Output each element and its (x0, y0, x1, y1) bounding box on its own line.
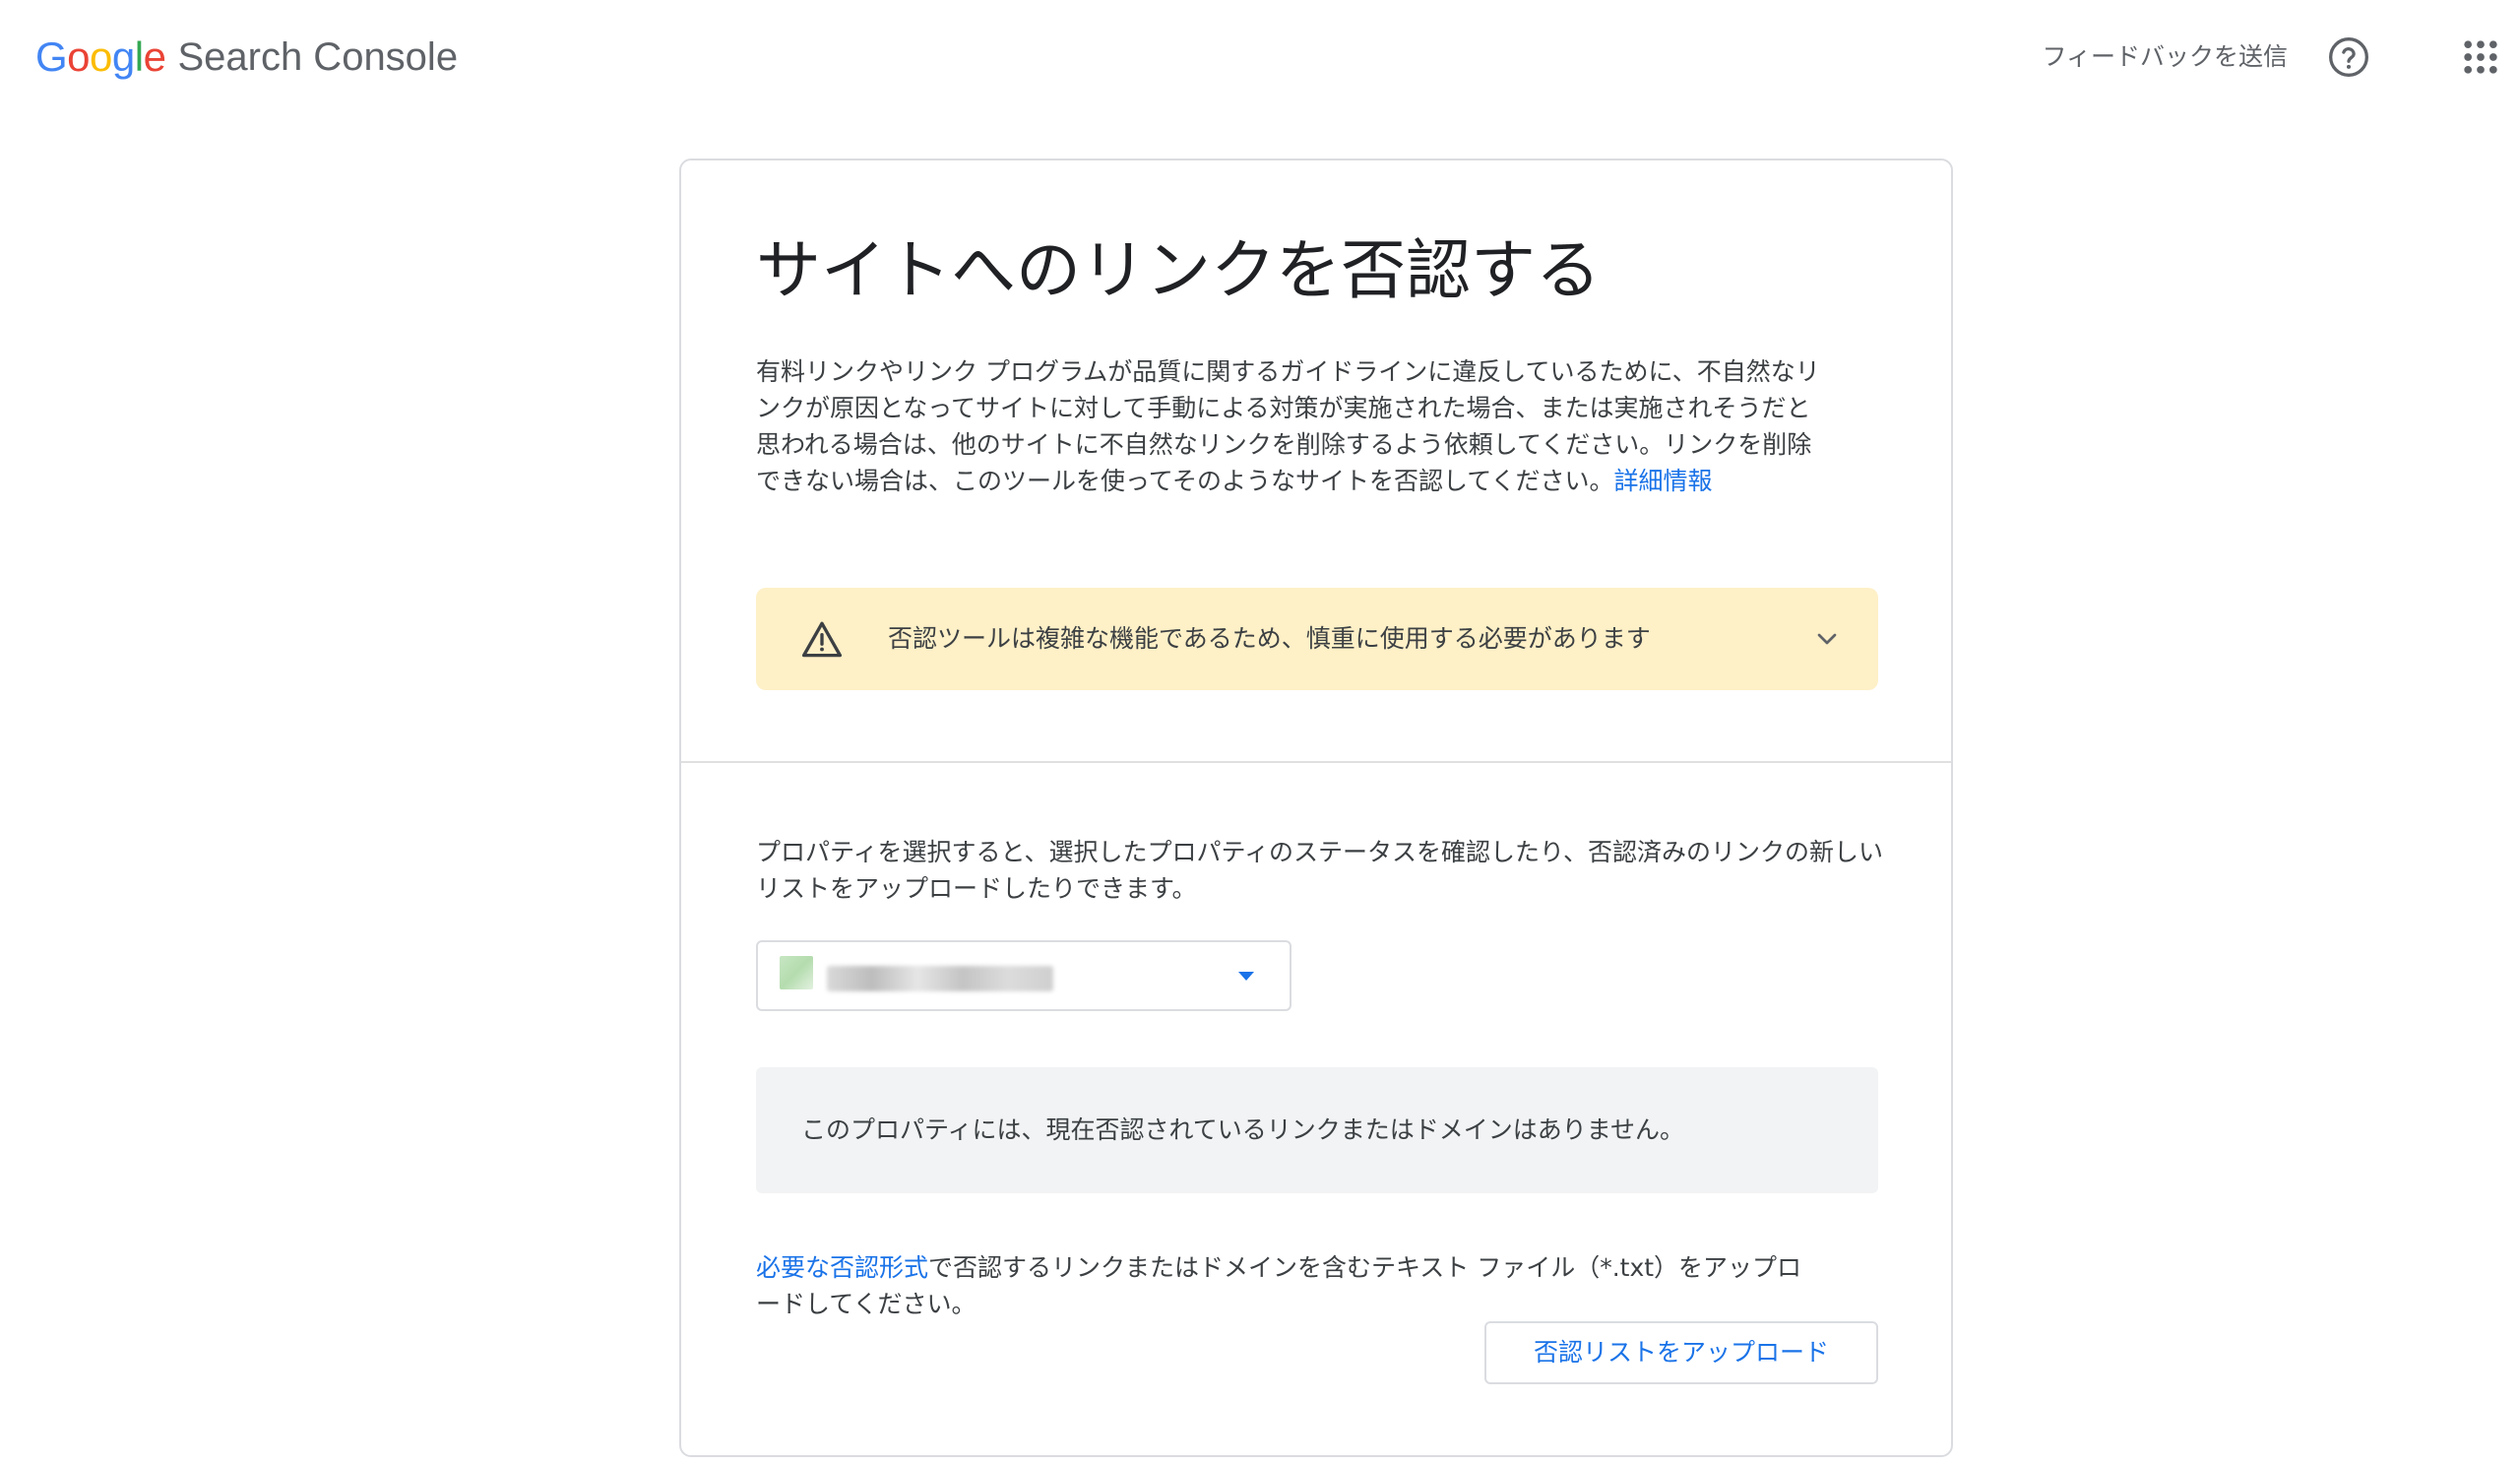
warning-triangle-icon (801, 621, 843, 658)
warning-text: 否認ツールは複雑な機能であるため、慎重に使用する必要があります (888, 624, 1651, 653)
upload-description: 必要な否認形式で否認するリンクまたはドメインを含むテキスト ファイル（*.txt… (756, 1249, 1809, 1322)
page-title: サイトへのリンクを否認する (756, 232, 1601, 308)
learn-more-link[interactable]: 詳細情報 (1614, 467, 1713, 495)
site-favicon (780, 956, 813, 989)
no-disavowed-notice: このプロパティには、現在否認されているリンクまたはドメインはありません。 (756, 1067, 1878, 1193)
section-divider (681, 761, 1951, 763)
product-name: Search Console (177, 34, 459, 79)
disavow-format-link[interactable]: 必要な否認形式 (756, 1253, 928, 1282)
property-description: プロパティを選択すると、選択したプロパティのステータスを確認したり、否認済みのリ… (756, 838, 1884, 903)
upload-disavow-list-button[interactable]: 否認リストをアップロード (1484, 1321, 1878, 1384)
chevron-down-icon[interactable] (1811, 623, 1843, 655)
apps-grid-icon[interactable] (2459, 35, 2502, 79)
top-app-bar: Google Search Console フィードバックを送信 (0, 0, 2520, 114)
disavow-card: サイトへのリンクを否認する 有料リンクやリンク プログラムが品質に関するガイドラ… (679, 159, 1953, 1457)
notice-text: このプロパティには、現在否認されているリンクまたはドメインはありません。 (801, 1115, 1685, 1144)
help-circle-icon[interactable] (2327, 35, 2370, 79)
warning-banner[interactable]: 否認ツールは複雑な機能であるため、慎重に使用する必要があります (756, 588, 1878, 690)
property-selector[interactable] (756, 940, 1292, 1011)
property-name-redacted (827, 966, 1053, 991)
search-console-logo[interactable]: Google Search Console (35, 30, 458, 85)
caret-down-icon (1238, 972, 1254, 981)
google-wordmark: Google (35, 33, 166, 80)
send-feedback-link[interactable]: フィードバックを送信 (2042, 35, 2288, 79)
intro-paragraph: 有料リンクやリンク プログラムが品質に関するガイドラインに違反しているために、不… (756, 353, 1823, 499)
